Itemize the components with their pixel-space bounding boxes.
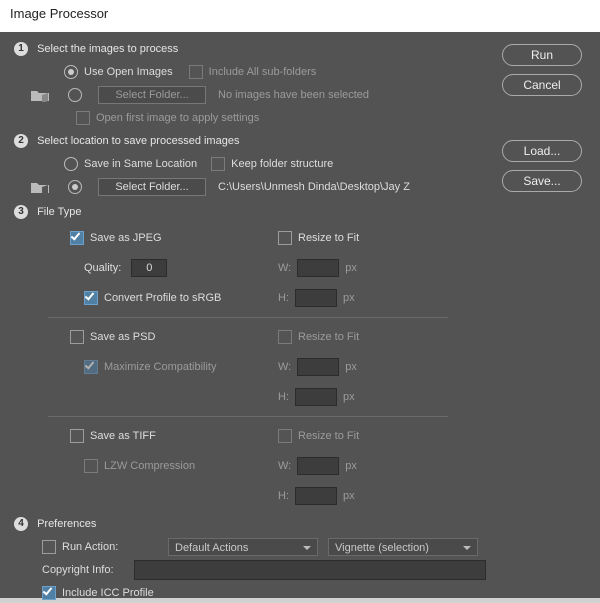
step-1-badge: 1 — [14, 42, 28, 56]
psd-resize-label: Resize to Fit — [298, 331, 359, 343]
run-action-label: Run Action: — [62, 541, 168, 553]
jpeg-w-input — [297, 259, 339, 277]
tiff-w-input — [297, 457, 339, 475]
psd-h-px: px — [343, 391, 355, 403]
lzw-checkbox — [84, 459, 98, 473]
window-title: Image Processor — [0, 0, 600, 32]
max-compat-checkbox — [84, 360, 98, 374]
step-1-heading: Select the images to process — [37, 43, 178, 55]
tiff-w-label: W: — [278, 460, 291, 472]
max-compat-label: Maximize Compatibility — [104, 361, 216, 373]
select-folder-radio-2[interactable] — [68, 180, 82, 194]
folder-icon — [30, 180, 48, 194]
separator — [48, 317, 448, 318]
save-button[interactable]: Save... — [502, 170, 582, 192]
open-first-label: Open first image to apply settings — [96, 112, 259, 124]
jpeg-w-px: px — [345, 262, 357, 274]
psd-w-label: W: — [278, 361, 291, 373]
save-as-tiff-checkbox[interactable] — [70, 429, 84, 443]
step-3-badge: 3 — [14, 205, 28, 219]
save-same-location-radio[interactable] — [64, 157, 78, 171]
tiff-h-label: H: — [278, 490, 289, 502]
select-folder-button-1[interactable]: Select Folder... — [98, 86, 206, 104]
save-as-psd-checkbox[interactable] — [70, 330, 84, 344]
lzw-label: LZW Compression — [104, 460, 195, 472]
copyright-input[interactable] — [134, 560, 486, 580]
keep-folder-label: Keep folder structure — [231, 158, 333, 170]
folder-icon — [30, 88, 48, 102]
tiff-resize-checkbox — [278, 429, 292, 443]
cancel-button[interactable]: Cancel — [502, 74, 582, 96]
save-same-location-label: Save in Same Location — [84, 158, 197, 170]
jpeg-h-input — [295, 289, 337, 307]
jpeg-h-label: H: — [278, 292, 289, 304]
convert-srgb-label: Convert Profile to sRGB — [104, 292, 221, 304]
tiff-h-input — [295, 487, 337, 505]
separator — [48, 416, 448, 417]
step-2-heading: Select location to save processed images — [37, 135, 239, 147]
jpeg-resize-checkbox[interactable] — [278, 231, 292, 245]
psd-h-label: H: — [278, 391, 289, 403]
tiff-resize-label: Resize to Fit — [298, 430, 359, 442]
select-folder-button-2[interactable]: Select Folder... — [98, 178, 206, 196]
run-button[interactable]: Run — [502, 44, 582, 66]
include-subfolders-checkbox — [189, 65, 203, 79]
action-name-select[interactable]: Vignette (selection) — [328, 538, 478, 556]
psd-resize-checkbox — [278, 330, 292, 344]
psd-w-px: px — [345, 361, 357, 373]
quality-input[interactable]: 0 — [131, 259, 167, 277]
save-folder-path: C:\Users\Unmesh Dinda\Desktop\Jay Z — [218, 181, 410, 193]
convert-srgb-checkbox[interactable] — [84, 291, 98, 305]
step-4-badge: 4 — [14, 517, 28, 531]
step-4-heading: Preferences — [37, 518, 96, 530]
include-subfolders-label: Include All sub-folders — [209, 66, 317, 78]
psd-h-input — [295, 388, 337, 406]
tiff-w-px: px — [345, 460, 357, 472]
step-2-badge: 2 — [14, 134, 28, 148]
step-3-heading: File Type — [37, 206, 81, 218]
include-icc-label: Include ICC Profile — [62, 587, 154, 599]
action-set-select[interactable]: Default Actions — [168, 538, 318, 556]
save-as-jpeg-label: Save as JPEG — [90, 232, 162, 244]
load-button[interactable]: Load... — [502, 140, 582, 162]
save-as-jpeg-checkbox[interactable] — [70, 231, 84, 245]
psd-w-input — [297, 358, 339, 376]
no-images-hint: No images have been selected — [218, 89, 369, 101]
copyright-label: Copyright Info: — [42, 564, 134, 576]
jpeg-w-label: W: — [278, 262, 291, 274]
use-open-images-label: Use Open Images — [84, 66, 173, 78]
keep-folder-checkbox — [211, 157, 225, 171]
quality-label: Quality: — [84, 262, 121, 274]
tiff-h-px: px — [343, 490, 355, 502]
select-folder-radio-1[interactable] — [68, 88, 82, 102]
open-first-checkbox — [76, 111, 90, 125]
save-as-tiff-label: Save as TIFF — [90, 430, 156, 442]
jpeg-h-px: px — [343, 292, 355, 304]
run-action-checkbox[interactable] — [42, 540, 56, 554]
save-as-psd-label: Save as PSD — [90, 331, 155, 343]
use-open-images-radio[interactable] — [64, 65, 78, 79]
jpeg-resize-label: Resize to Fit — [298, 232, 359, 244]
